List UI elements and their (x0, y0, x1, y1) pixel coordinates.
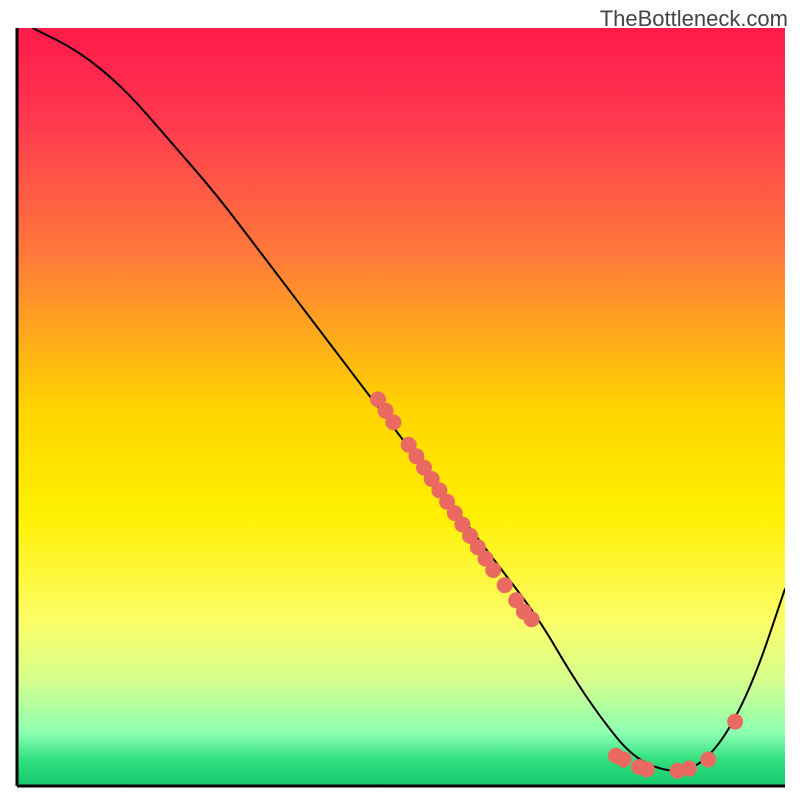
bottleneck-plot (15, 28, 785, 788)
data-point (639, 761, 655, 777)
data-point (681, 761, 697, 777)
plot-background (17, 28, 785, 786)
data-point (700, 752, 716, 768)
data-point (524, 611, 540, 627)
data-point (485, 562, 501, 578)
data-point (497, 577, 513, 593)
data-point (727, 714, 743, 730)
chart-container: TheBottleneck.com (0, 0, 800, 800)
data-point (385, 414, 401, 430)
data-point (616, 752, 632, 768)
